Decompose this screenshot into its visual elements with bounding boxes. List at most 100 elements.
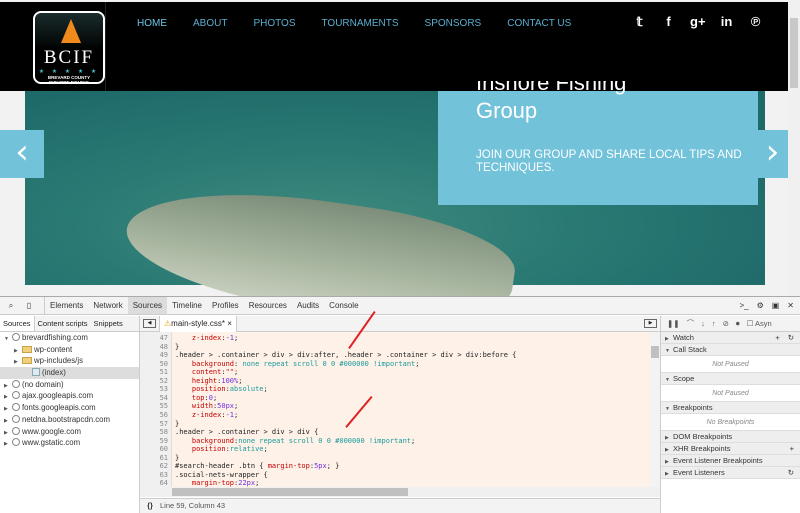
code-token: background [191, 436, 235, 445]
nav-tournaments[interactable]: TOURNAMENTS [322, 18, 399, 29]
pinterest-icon[interactable]: ℗ [748, 14, 763, 30]
bcif-logo[interactable]: BCIF ★ ★ ★ ★ ★ BREVARD COUNTY INSHORE FIS… [33, 11, 105, 85]
file-tab[interactable]: ⚠main-style.css* × [159, 315, 237, 332]
step-over-icon[interactable]: ⌒ [687, 318, 695, 329]
code-line: background: none repeat scroll 0 0 #0000… [175, 359, 420, 368]
tree-item[interactable]: ▼ brevardfishing.com [0, 332, 139, 344]
code-area[interactable]: 47484950515253545556575859606162636465 z… [140, 332, 650, 487]
scrollbar-thumb[interactable] [790, 18, 798, 88]
section-event-listeners[interactable]: ▶ Event Listeners ↻ [661, 467, 800, 479]
toggle-navigator-icon[interactable]: ◀ [143, 319, 156, 328]
tree-item[interactable]: ▶ wp-includes/js [0, 355, 139, 367]
scroll-thumb[interactable] [172, 488, 408, 496]
google-plus-icon[interactable]: g+ [690, 14, 706, 30]
nav-about[interactable]: ABOUT [193, 18, 227, 29]
tree-item-label: www.google.com [22, 426, 81, 436]
collapsed-arrow-icon[interactable]: ▶ [4, 439, 12, 451]
linkedin-icon[interactable]: in [719, 14, 734, 30]
globe-icon [12, 333, 20, 341]
tree-item[interactable]: ▶ wp-content [0, 344, 139, 356]
close-icon[interactable]: ✕ [787, 301, 794, 310]
step-into-icon[interactable]: ↓ [701, 319, 705, 328]
inspect-search-icon[interactable]: ⌕ [4, 301, 18, 311]
tab-network[interactable]: Network [88, 297, 127, 314]
refresh-icon[interactable]: ↻ [788, 468, 794, 477]
empty-message: Not Paused [661, 385, 800, 402]
device-mode-icon[interactable]: ▯ [22, 301, 36, 310]
empty-message: Not Paused [661, 356, 800, 373]
section-scope[interactable]: ▼ Scope [661, 373, 800, 385]
code-token: .header > .container > div > div { [175, 428, 319, 437]
section-breakpoints[interactable]: ▼ Breakpoints [661, 402, 800, 414]
tab-resources[interactable]: Resources [244, 297, 292, 314]
divider [105, 2, 106, 91]
page-scrollbar[interactable] [788, 0, 800, 296]
section-dom-breakpoints[interactable]: ▶ DOM Breakpoints [661, 431, 800, 443]
line-number: 62 [159, 462, 168, 471]
tab-elements[interactable]: Elements [45, 297, 88, 314]
section-event-listener-breakpoints[interactable]: ▶ Event Listener Breakpoints [661, 455, 800, 467]
code-token: none repeat scroll 0 0 #000000 !importan… [242, 359, 416, 368]
scroll-thumb[interactable] [651, 346, 659, 358]
section-watch[interactable]: ▶ Watch + ↻ [661, 332, 800, 344]
add-icon[interactable]: + [775, 333, 779, 342]
tab-timeline[interactable]: Timeline [167, 297, 207, 314]
pretty-print-button[interactable]: {} [140, 499, 160, 513]
subtab-snippets[interactable]: Snippets [91, 316, 126, 331]
subtab-content-scripts[interactable]: Content scripts [35, 316, 91, 331]
section-xhr-breakpoints[interactable]: ▶ XHR Breakpoints + [661, 443, 800, 455]
section-call-stack[interactable]: ▼ Call Stack [661, 344, 800, 356]
tree-item[interactable]: ▶ www.google.com [0, 426, 139, 438]
tree-item[interactable]: ▶ netdna.bootstrapcdn.com [0, 414, 139, 426]
tab-sources[interactable]: Sources [127, 297, 168, 314]
console-drawer-icon[interactable]: >_ [739, 301, 748, 310]
tree-item-label: www.gstatic.com [22, 438, 81, 448]
code-token: z-index [191, 334, 222, 342]
slider-next-button[interactable]: › [755, 130, 790, 178]
tree-item[interactable]: ▶ www.gstatic.com [0, 437, 139, 449]
tab-audits[interactable]: Audits [292, 297, 324, 314]
toggle-debugger-icon[interactable]: ▶ [644, 319, 657, 328]
facebook-icon[interactable]: f [661, 14, 676, 30]
code-token: .header > .container > div > div:after, … [175, 351, 517, 360]
step-out-icon[interactable]: ↑ [712, 319, 716, 328]
nav-sponsors[interactable]: SPONSORS [425, 18, 482, 29]
tree-item[interactable]: ▶ fonts.googleapis.com [0, 402, 139, 414]
close-tab-icon[interactable]: × [227, 319, 232, 328]
pause-on-exceptions-icon[interactable]: ⏺ [736, 319, 740, 329]
tree-item[interactable]: ▶ ajax.googleapis.com [0, 390, 139, 402]
pause-icon[interactable]: ❚❚ [667, 319, 680, 328]
dock-icon[interactable]: ▣ [772, 301, 780, 310]
async-label: Asyn [755, 319, 772, 328]
editor-vertical-scrollbar[interactable] [650, 332, 660, 487]
file-tab-label: main-style.css* [171, 318, 225, 328]
add-icon[interactable]: + [790, 444, 794, 453]
twitter-icon[interactable]: 𝕥 [632, 14, 647, 30]
tab-profiles[interactable]: Profiles [207, 297, 244, 314]
line-number: 63 [159, 470, 168, 479]
editor-horizontal-scrollbar[interactable] [140, 487, 660, 497]
nav-home[interactable]: HOME [137, 18, 167, 29]
nav-photos[interactable]: PHOTOS [253, 18, 295, 29]
tab-console[interactable]: Console [324, 297, 363, 314]
deactivate-breakpoints-icon[interactable]: ⊘ [723, 319, 729, 328]
hero-heading-line1: Inshore Fishing [476, 81, 627, 95]
subtab-sources[interactable]: Sources [0, 316, 35, 331]
line-number: 49 [159, 351, 168, 360]
code-token: top [191, 393, 205, 402]
code-token: position [191, 385, 226, 394]
refresh-icon[interactable]: ↻ [788, 333, 794, 342]
expanded-arrow-icon[interactable]: ▼ [4, 334, 12, 346]
async-checkbox[interactable]: ☐ Asyn [747, 319, 772, 328]
line-number: 64 [159, 479, 168, 487]
tree-item[interactable]: ▶ (no domain) [0, 379, 139, 391]
code-token: ; [238, 376, 243, 385]
gear-icon[interactable]: ⚙ [757, 301, 764, 310]
collapsed-arrow-icon[interactable]: ▶ [14, 357, 22, 369]
slider-prev-button[interactable]: ‹ [0, 130, 44, 178]
nav-contact-us[interactable]: CONTACT US [507, 18, 571, 29]
